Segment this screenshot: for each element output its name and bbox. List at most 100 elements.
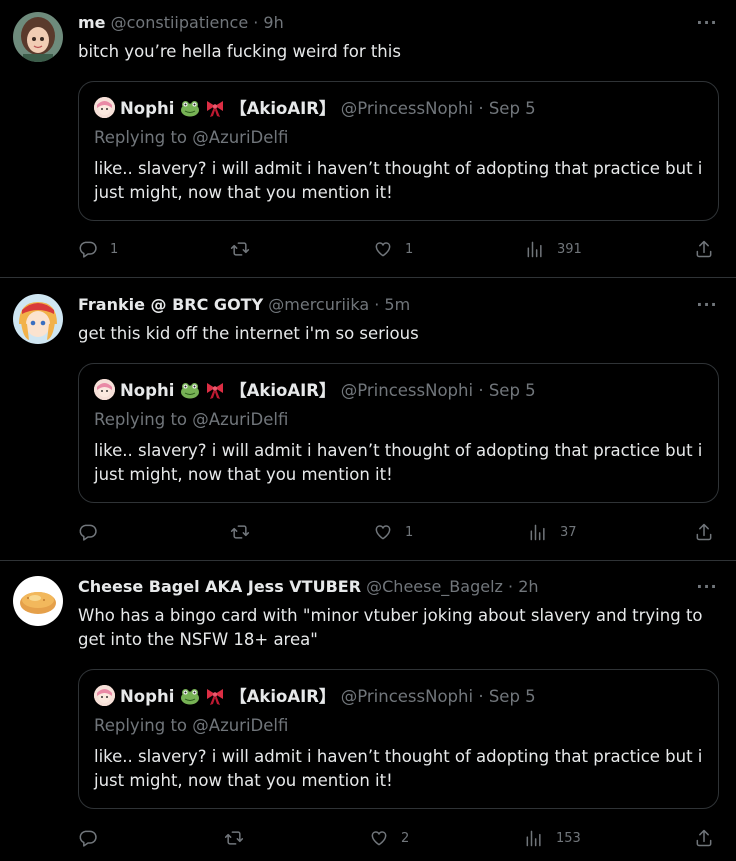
separator: · xyxy=(473,381,489,400)
timestamp[interactable]: 9h xyxy=(263,13,283,32)
quote-display-name[interactable]: Nophi xyxy=(120,99,174,118)
avatar[interactable] xyxy=(13,576,63,626)
ribbon-emoji xyxy=(205,686,225,709)
frog-emoji xyxy=(180,686,200,709)
replying-handle[interactable]: @AzuriDelfi xyxy=(192,716,288,735)
share-button[interactable] xyxy=(694,826,714,850)
more-icon[interactable]: ··· xyxy=(696,576,718,598)
replying-label: Replying to xyxy=(94,716,188,735)
like-button[interactable]: 2 xyxy=(369,826,409,850)
quoted-tweet[interactable]: Nophi 【AkioAIR】 @PrincessNophi · Sep 5 R… xyxy=(78,81,719,221)
quote-name-suffix[interactable]: 【AkioAIR】 xyxy=(230,381,335,400)
views-button[interactable]: 391 xyxy=(525,237,582,261)
replying-handle[interactable]: @AzuriDelfi xyxy=(192,410,288,429)
reply-button[interactable] xyxy=(78,826,110,850)
ribbon-emoji xyxy=(205,98,225,121)
replying-handle[interactable]: @AzuriDelfi xyxy=(192,128,288,147)
quote-timestamp[interactable]: Sep 5 xyxy=(489,99,536,118)
quote-header: Nophi 【AkioAIR】 @PrincessNophi · Sep 5 xyxy=(94,379,706,403)
quote-text: like.. slavery? i will admit i haven’t t… xyxy=(94,747,703,790)
tweet-header: me @constiipatience · 9h xyxy=(78,12,676,34)
reply-button[interactable] xyxy=(78,520,110,544)
like-icon xyxy=(371,831,387,846)
quote-name-suffix[interactable]: 【AkioAIR】 xyxy=(230,687,335,706)
quote-avatar xyxy=(94,97,115,118)
retweet-button[interactable] xyxy=(230,520,262,544)
retweet-icon xyxy=(224,831,244,845)
quote-avatar xyxy=(94,685,115,706)
tweet[interactable]: Cheese Bagel AKA Jess VTUBER @Cheese_Bag… xyxy=(0,561,736,861)
quote-header: Nophi 【AkioAIR】 @PrincessNophi · Sep 5 xyxy=(94,97,706,121)
reply-button[interactable]: 1 xyxy=(78,237,118,261)
tweet[interactable]: me @constiipatience · 9h ··· bitch you’r… xyxy=(0,0,736,278)
ribbon-emoji xyxy=(205,380,225,403)
replying-to: Replying to @AzuriDelfi xyxy=(94,714,288,738)
retweet-button[interactable] xyxy=(224,826,256,850)
frog-emoji xyxy=(180,98,200,121)
views-icon xyxy=(530,524,545,541)
retweet-icon xyxy=(230,525,250,539)
share-icon xyxy=(696,523,712,541)
views-button[interactable]: 37 xyxy=(528,520,577,544)
replying-label: Replying to xyxy=(94,128,188,147)
views-count: 37 xyxy=(560,524,577,540)
avatar[interactable] xyxy=(13,294,63,344)
views-icon xyxy=(526,830,541,847)
quoted-tweet[interactable]: Nophi 【AkioAIR】 @PrincessNophi · Sep 5 R… xyxy=(78,669,719,809)
action-bar: 1 1 391 xyxy=(78,237,718,261)
reply-icon xyxy=(79,241,97,258)
quote-name-suffix[interactable]: 【AkioAIR】 xyxy=(230,99,335,118)
tweet-header: Cheese Bagel AKA Jess VTUBER @Cheese_Bag… xyxy=(78,576,676,598)
quote-display-name[interactable]: Nophi xyxy=(120,687,174,706)
tweet-text: get this kid off the internet i'm so ser… xyxy=(78,324,419,343)
like-button[interactable]: 1 xyxy=(373,520,413,544)
share-button[interactable] xyxy=(694,237,714,261)
quote-text: like.. slavery? i will admit i haven’t t… xyxy=(94,441,703,484)
views-button[interactable]: 153 xyxy=(524,826,581,850)
quote-avatar xyxy=(94,379,115,400)
like-icon xyxy=(375,242,391,257)
views-count: 391 xyxy=(557,241,582,257)
quote-handle[interactable]: @PrincessNophi xyxy=(341,99,473,118)
display-name[interactable]: Cheese Bagel AKA Jess VTUBER xyxy=(78,577,361,596)
handle[interactable]: @Cheese_Bagelz xyxy=(366,577,503,596)
handle[interactable]: @constiipatience xyxy=(111,13,249,32)
tweet-text: bitch you’re hella fucking weird for thi… xyxy=(78,42,401,61)
quote-header: Nophi 【AkioAIR】 @PrincessNophi · Sep 5 xyxy=(94,685,706,709)
views-icon xyxy=(527,241,542,258)
quote-handle[interactable]: @PrincessNophi xyxy=(341,381,473,400)
share-button[interactable] xyxy=(694,520,714,544)
handle[interactable]: @mercuriika xyxy=(268,295,369,314)
views-count: 153 xyxy=(556,830,581,846)
replying-to: Replying to @AzuriDelfi xyxy=(94,408,288,432)
retweet-button[interactable] xyxy=(230,237,262,261)
avatar[interactable] xyxy=(13,12,63,62)
timestamp[interactable]: 5m xyxy=(384,295,410,314)
display-name[interactable]: me xyxy=(78,13,106,32)
quote-timestamp[interactable]: Sep 5 xyxy=(489,381,536,400)
more-icon[interactable]: ··· xyxy=(696,294,718,316)
quote-timestamp[interactable]: Sep 5 xyxy=(489,687,536,706)
quote-handle[interactable]: @PrincessNophi xyxy=(341,687,473,706)
reply-count: 1 xyxy=(110,241,119,257)
display-name[interactable]: Frankie @ BRC GOTY xyxy=(78,295,263,314)
action-bar: 2 153 xyxy=(78,826,718,850)
separator: · xyxy=(473,99,489,118)
like-icon xyxy=(375,525,391,540)
reply-icon xyxy=(79,524,97,541)
share-icon xyxy=(696,240,712,258)
like-count: 2 xyxy=(401,830,410,846)
tweet[interactable]: Frankie @ BRC GOTY @mercuriika · 5m ··· … xyxy=(0,278,736,561)
timestamp[interactable]: 2h xyxy=(518,577,538,596)
like-button[interactable]: 1 xyxy=(373,237,413,261)
tweet-header: Frankie @ BRC GOTY @mercuriika · 5m xyxy=(78,294,676,316)
replying-to: Replying to @AzuriDelfi xyxy=(94,126,288,150)
action-bar: 1 37 xyxy=(78,520,718,544)
frog-emoji xyxy=(180,380,200,403)
quote-display-name[interactable]: Nophi xyxy=(120,381,174,400)
like-count: 1 xyxy=(405,524,414,540)
separator: · xyxy=(369,295,385,314)
quoted-tweet[interactable]: Nophi 【AkioAIR】 @PrincessNophi · Sep 5 R… xyxy=(78,363,719,503)
separator: · xyxy=(502,577,519,596)
more-icon[interactable]: ··· xyxy=(696,12,718,34)
